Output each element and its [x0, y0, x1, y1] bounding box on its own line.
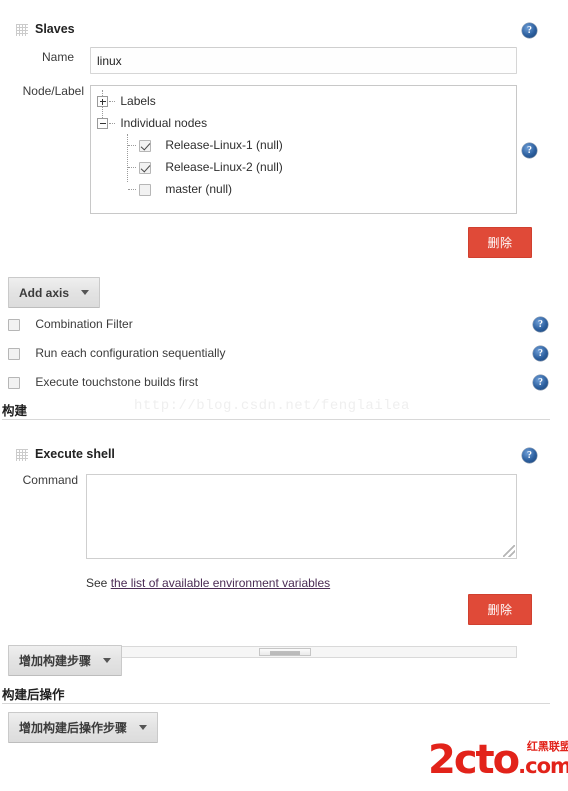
combination-filter-checkbox[interactable] — [8, 318, 20, 331]
tree-row-labels[interactable]: Labels — [91, 90, 516, 112]
section-divider — [2, 419, 550, 420]
option-row-run-sequentially[interactable]: Run each configuration sequentially — [8, 346, 225, 360]
tree-connector — [128, 167, 136, 168]
see-prefix: See — [86, 576, 111, 590]
tree-node-row[interactable]: Release-Linux-1 (null) — [91, 134, 516, 156]
name-input[interactable] — [90, 47, 517, 74]
logo-com-text: .com — [518, 754, 568, 778]
tree-connector — [128, 189, 136, 190]
section-divider — [2, 703, 550, 704]
slaves-block-title: Slaves — [35, 22, 75, 36]
touchstone-label: Execute touchstone builds first — [35, 375, 199, 389]
add-post-build-step-button[interactable]: 增加构建后操作步骤 — [8, 712, 159, 743]
logo-chinese-text: 红黑联盟 — [526, 740, 568, 753]
node-label-release-linux-2: Release-Linux-2 (null) — [165, 160, 283, 174]
node-label-tree[interactable]: Labels Individual nodes Release-Linux-1 … — [90, 85, 517, 214]
help-icon[interactable]: ? — [522, 143, 537, 158]
chevron-down-icon — [103, 658, 112, 663]
tree-row-individual-nodes[interactable]: Individual nodes — [91, 112, 516, 134]
help-icon[interactable]: ? — [522, 23, 537, 38]
tree-label-labels: Labels — [120, 94, 156, 108]
add-axis-label: Add axis — [19, 285, 70, 300]
post-build-section-title: 构建后操作 — [2, 688, 65, 702]
tree-connector — [109, 123, 115, 124]
run-sequentially-checkbox[interactable] — [8, 347, 20, 360]
watermark-url: http://blog.csdn.net/fenglailea — [134, 398, 410, 414]
watermark-logo-2cto: 2cto.com 红黑联盟 — [428, 740, 568, 780]
collapse-minus-icon[interactable] — [97, 118, 108, 130]
node-label-master: master (null) — [165, 182, 233, 196]
tree-connector — [109, 101, 115, 102]
run-sequentially-label: Run each configuration sequentially — [35, 346, 226, 360]
add-build-step-button[interactable]: 增加构建步骤 — [8, 645, 123, 676]
node-label-label: Node/Label — [22, 84, 84, 98]
tree-connector — [128, 145, 136, 146]
command-textarea[interactable] — [87, 475, 516, 558]
add-axis-button[interactable]: Add axis — [8, 277, 101, 308]
jenkins-job-config-page: Slaves ? Name Node/Label Labels Individu… — [0, 0, 568, 791]
env-variables-line: See the list of available environment va… — [86, 576, 330, 590]
help-icon[interactable]: ? — [533, 346, 548, 361]
resize-grip-icon[interactable] — [503, 545, 515, 557]
node-checkbox-release-linux-2[interactable] — [139, 161, 151, 174]
execute-shell-title: Execute shell — [35, 447, 115, 461]
tree-label-individual-nodes: Individual nodes — [120, 116, 208, 130]
option-row-combination-filter[interactable]: Combination Filter — [8, 317, 133, 331]
drag-grip-icon[interactable] — [16, 24, 28, 36]
help-icon[interactable]: ? — [533, 317, 548, 332]
add-build-step-label: 增加构建步骤 — [19, 654, 92, 668]
tree-node-row[interactable]: master (null) — [91, 178, 516, 200]
chevron-down-icon — [81, 290, 90, 295]
delete-slaves-button[interactable]: 删除 — [468, 227, 532, 258]
command-label: Command — [22, 473, 78, 487]
scrollbar-thumb[interactable] — [259, 648, 311, 656]
name-label: Name — [41, 50, 74, 64]
option-row-touchstone[interactable]: Execute touchstone builds first — [8, 375, 198, 389]
delete-build-step-button[interactable]: 删除 — [468, 594, 532, 625]
combination-filter-label: Combination Filter — [35, 317, 133, 331]
drag-grip-icon[interactable] — [16, 449, 28, 461]
help-icon[interactable]: ? — [522, 448, 537, 463]
touchstone-checkbox[interactable] — [8, 376, 20, 389]
chevron-down-icon — [139, 725, 148, 730]
command-horizontal-scrollbar[interactable] — [86, 646, 517, 658]
build-section-title: 构建 — [2, 404, 28, 418]
node-label-release-linux-1: Release-Linux-1 (null) — [165, 138, 283, 152]
node-checkbox-master[interactable] — [139, 183, 151, 196]
logo-main-text: 2cto — [428, 737, 520, 783]
help-icon[interactable]: ? — [533, 375, 548, 390]
env-variables-link[interactable]: the list of available environment variab… — [111, 576, 330, 590]
node-checkbox-release-linux-1[interactable] — [139, 139, 151, 152]
tree-node-row[interactable]: Release-Linux-2 (null) — [91, 156, 516, 178]
expand-plus-icon[interactable] — [97, 96, 108, 108]
add-post-build-step-label: 增加构建后操作步骤 — [19, 721, 128, 735]
command-textarea-wrapper[interactable] — [86, 474, 517, 559]
